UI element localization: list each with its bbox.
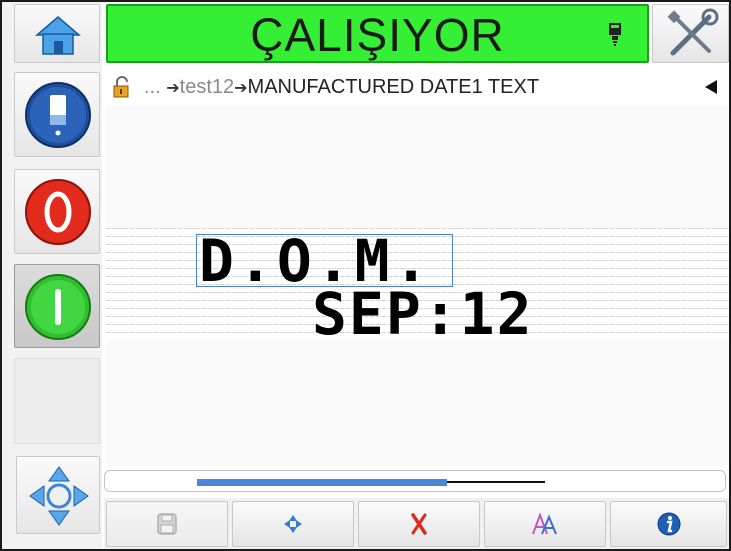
- text-object-date[interactable]: SEP:12: [312, 285, 534, 343]
- ink-status-button[interactable]: [14, 72, 100, 157]
- breadcrumb: ... ➔test12➔MANUFACTURED DATE1 TEXT: [106, 68, 729, 106]
- collapse-arrow-icon[interactable]: [704, 79, 718, 95]
- start-button[interactable]: [14, 264, 100, 348]
- move-icon: [284, 515, 302, 533]
- breadcrumb-arrow: ➔: [166, 80, 180, 97]
- start-icon: [25, 274, 91, 340]
- printhead-icon: [609, 23, 621, 46]
- label-editor-canvas[interactable]: D.O.M. SEP:12: [106, 106, 729, 466]
- breadcrumb-ellipsis[interactable]: ...: [144, 76, 161, 98]
- printer-status-bar[interactable]: ÇALIŞIYOR: [106, 4, 649, 63]
- delete-icon: [411, 513, 427, 535]
- move-button[interactable]: [232, 501, 354, 547]
- empty-slot: [14, 358, 100, 444]
- home-icon: [34, 16, 82, 55]
- breadcrumb-arrow: ➔: [234, 80, 248, 97]
- scrollbar-thumb[interactable]: [197, 479, 447, 486]
- stop-icon: [25, 179, 91, 245]
- save-button[interactable]: [106, 501, 228, 547]
- info-button[interactable]: [610, 501, 727, 547]
- font-icon: [532, 512, 557, 535]
- breadcrumb-item-current: MANUFACTURED DATE1 TEXT: [247, 76, 540, 98]
- unlock-icon: [113, 76, 129, 98]
- tools-button[interactable]: [652, 4, 729, 63]
- navigation-arrows-icon: [29, 466, 89, 526]
- ink-cartridge-icon: [25, 82, 91, 148]
- info-icon: [657, 512, 680, 536]
- tools-icon: [667, 8, 719, 56]
- delete-button[interactable]: [358, 501, 480, 547]
- breadcrumb-item-test12[interactable]: test12: [180, 76, 234, 98]
- stop-button[interactable]: [14, 169, 100, 254]
- font-button[interactable]: [484, 501, 606, 547]
- status-text: ÇALIŞIYOR: [250, 9, 505, 61]
- horizontal-scrollbar[interactable]: [104, 470, 726, 492]
- bottom-toolbar: [104, 498, 729, 549]
- home-button[interactable]: [14, 4, 100, 63]
- save-icon: [157, 513, 177, 535]
- scrollbar-marker: [447, 481, 545, 483]
- navigation-button[interactable]: [16, 456, 100, 534]
